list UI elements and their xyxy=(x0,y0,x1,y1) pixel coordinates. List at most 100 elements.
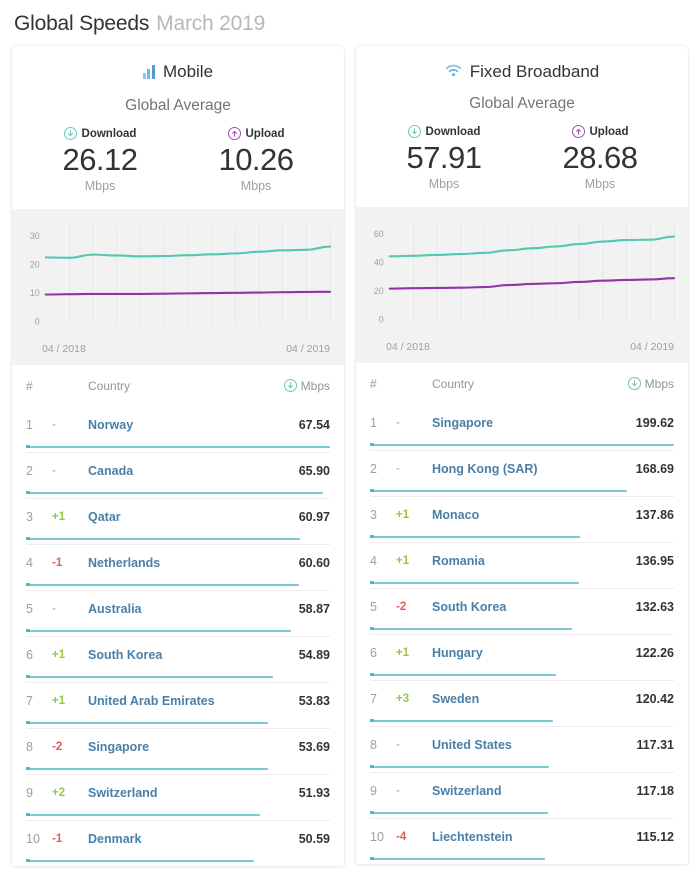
row-rank-change: - xyxy=(52,465,56,478)
table-row[interactable]: 2 - Canada 65.90 xyxy=(26,451,330,498)
row-rank: 2 xyxy=(26,464,33,479)
row-country-link[interactable]: Norway xyxy=(80,418,264,432)
table-row[interactable]: 4 +1 Romania 136.95 xyxy=(370,541,674,588)
table-row[interactable]: 5 -2 South Korea 132.63 xyxy=(370,587,674,634)
table-row[interactable]: 9 +2 Switzerland 51.93 xyxy=(26,773,330,820)
row-rank-change: - xyxy=(396,463,400,476)
card-broadband: Fixed Broadband Global Average Download … xyxy=(356,46,688,864)
card-mobile-type: Mobile xyxy=(142,62,213,82)
signal-bars-icon xyxy=(142,65,155,79)
row-country-link[interactable]: Denmark xyxy=(80,832,264,846)
card-broadband-x-start: 04 / 2018 xyxy=(386,340,430,353)
table-row[interactable]: 7 +3 Sweden 120.42 xyxy=(370,679,674,726)
card-broadband-download-label-group: Download xyxy=(407,125,480,138)
page-title-period: March 2019 xyxy=(156,12,266,35)
row-country-link[interactable]: Singapore xyxy=(80,740,264,754)
row-country-link[interactable]: Monaco xyxy=(424,508,608,522)
row-rank: 3 xyxy=(26,510,33,525)
table-row[interactable]: 10 -4 Liechtenstein 115.12 xyxy=(370,817,674,864)
card-mobile-upload-unit: Mbps xyxy=(240,178,272,193)
row-value: 50.59 xyxy=(298,832,330,847)
row-country-link[interactable]: Australia xyxy=(80,602,264,616)
table-row[interactable]: 3 +1 Qatar 60.97 xyxy=(26,497,330,544)
svg-text:10: 10 xyxy=(30,288,40,298)
card-mobile-chart: 0 10 20 30 04 / 2018 04 / 2019 xyxy=(12,208,344,365)
row-rank: 6 xyxy=(370,646,377,661)
table-row-content: 1 - Norway 67.54 xyxy=(26,407,330,444)
row-speed-bar xyxy=(26,490,330,498)
card-broadband-upload-unit: Mbps xyxy=(584,176,616,191)
card-mobile-header: Mobile Global Average Download 26.12 Mbp… xyxy=(12,46,344,197)
row-country-link[interactable]: Singapore xyxy=(424,416,608,430)
row-rank-change: -4 xyxy=(396,831,407,844)
row-rank-change: -2 xyxy=(396,601,407,614)
card-broadband-table: # Country Mbps 1 - Singapore 199.62 2 - Hong K… xyxy=(356,362,688,864)
table-row-content: 8 - United States 117.31 xyxy=(370,727,674,764)
row-country-link[interactable]: Netherlands xyxy=(80,556,264,570)
card-broadband-chart: 0 20 40 60 04 / 2018 04 / 2019 xyxy=(356,206,688,363)
row-speed-bar xyxy=(370,534,674,542)
row-value: 67.54 xyxy=(298,418,330,433)
row-speed-bar xyxy=(26,858,330,866)
row-country-link[interactable]: United States xyxy=(424,738,608,752)
row-speed-bar xyxy=(26,582,330,590)
header-value[interactable]: Mbps xyxy=(608,377,674,391)
row-value: 122.26 xyxy=(635,646,674,661)
svg-text:0: 0 xyxy=(35,316,40,326)
table-row[interactable]: 2 - Hong Kong (SAR) 168.69 xyxy=(370,449,674,496)
table-row[interactable]: 8 - United States 117.31 xyxy=(370,725,674,772)
row-value: 117.18 xyxy=(636,784,674,799)
wifi-icon xyxy=(445,62,462,82)
table-row[interactable]: 7 +1 United Arab Emirates 53.83 xyxy=(26,681,330,728)
table-row[interactable]: 3 +1 Monaco 137.86 xyxy=(370,495,674,542)
table-row[interactable]: 10 -1 Denmark 50.59 xyxy=(26,819,330,866)
card-mobile-global-average-label: Global Average xyxy=(125,97,231,114)
row-rank-change: -2 xyxy=(52,741,63,754)
row-value: 58.87 xyxy=(298,602,330,617)
card-mobile-rows: 1 - Norway 67.54 2 - Canada 65.90 3 +1 Qatar 60.97 4… xyxy=(26,407,330,866)
card-broadband-chart-xlabels: 04 / 2018 04 / 2019 xyxy=(364,339,680,359)
row-value: 60.60 xyxy=(298,556,330,571)
card-broadband-upload-label: Upload xyxy=(589,125,629,138)
row-rank: 1 xyxy=(370,416,377,431)
row-country-link[interactable]: Switzerland xyxy=(424,784,608,798)
row-value: 137.86 xyxy=(635,508,674,523)
row-country-link[interactable]: South Korea xyxy=(424,600,608,614)
row-country-link[interactable]: Sweden xyxy=(424,692,608,706)
row-country-link[interactable]: South Korea xyxy=(80,648,264,662)
global-speeds-page: Global Speeds March 2019 Mobile Global A… xyxy=(0,0,700,891)
row-country-link[interactable]: Hong Kong (SAR) xyxy=(424,462,608,476)
upload-arrow-icon xyxy=(571,125,585,138)
row-country-link[interactable]: Romania xyxy=(424,554,608,568)
row-country-link[interactable]: Canada xyxy=(80,464,264,478)
table-row[interactable]: 5 - Australia 58.87 xyxy=(26,589,330,636)
table-row[interactable]: 1 - Norway 67.54 xyxy=(26,407,330,452)
table-row[interactable]: 6 +1 Hungary 122.26 xyxy=(370,633,674,680)
table-row[interactable]: 8 -2 Singapore 53.69 xyxy=(26,727,330,774)
page-title: Global Speeds March 2019 xyxy=(0,0,700,46)
table-row-content: 7 +3 Sweden 120.42 xyxy=(370,681,674,718)
card-broadband-header: Fixed Broadband Global Average Download … xyxy=(356,46,688,195)
row-speed-bar xyxy=(26,628,330,636)
card-broadband-upload-label-group: Upload xyxy=(571,125,629,138)
svg-text:30: 30 xyxy=(30,231,40,241)
row-rank-change: - xyxy=(396,417,400,430)
table-row[interactable]: 6 +1 South Korea 54.89 xyxy=(26,635,330,682)
row-rank: 8 xyxy=(370,738,377,753)
table-row[interactable]: 1 - Singapore 199.62 xyxy=(370,405,674,450)
header-value[interactable]: Mbps xyxy=(264,379,330,393)
download-arrow-icon xyxy=(283,379,297,393)
row-country-link[interactable]: Qatar xyxy=(80,510,264,524)
table-row[interactable]: 9 - Switzerland 117.18 xyxy=(370,771,674,818)
table-row-content: 5 -2 South Korea 132.63 xyxy=(370,589,674,626)
row-rank-change: +2 xyxy=(52,787,66,800)
row-rank-change: +1 xyxy=(396,509,410,522)
broadband-trend-chart: 0 20 40 60 xyxy=(374,222,676,324)
row-rank-change: +1 xyxy=(396,555,410,568)
row-country-link[interactable]: Switzerland xyxy=(80,786,264,800)
row-country-link[interactable]: United Arab Emirates xyxy=(80,694,264,708)
row-country-link[interactable]: Liechtenstein xyxy=(424,830,608,844)
row-country-link[interactable]: Hungary xyxy=(424,646,608,660)
table-row[interactable]: 4 -1 Netherlands 60.60 xyxy=(26,543,330,590)
row-speed-bar xyxy=(370,488,674,496)
